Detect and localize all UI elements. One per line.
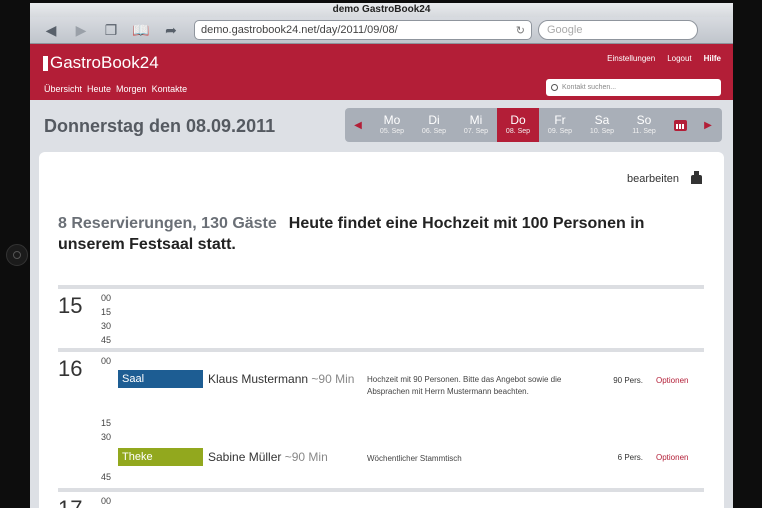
day-name: Sa — [594, 112, 610, 127]
main-nav: Übersicht Heute Morgen Kontakte — [44, 84, 187, 94]
settings-link[interactable]: Einstellungen — [607, 54, 655, 63]
minute-label: 00 — [101, 293, 112, 303]
logo[interactable]: GastroBook24 — [43, 53, 159, 73]
guest-name-text: Klaus Mustermann — [208, 372, 309, 386]
top-links: Einstellungen Logout Hilfe — [607, 54, 721, 63]
minute-label: 15 — [101, 307, 112, 317]
day-card: bearbeiten 8 Reservierungen, 130 Gäste He… — [39, 152, 724, 508]
url-text: demo.gastrobook24.net/day/2011/09/08/ — [201, 24, 398, 36]
day-name: So — [636, 112, 652, 127]
minute-label: 45 — [101, 472, 112, 482]
minute-label: 30 — [101, 321, 112, 331]
browser-search-placeholder: Google — [547, 24, 583, 36]
reservation-note: Wöchentlicher Stammtisch — [367, 454, 462, 463]
guest-name-text: Sabine Müller — [208, 450, 282, 464]
ipad-frame: demo GastroBook24 ◀ ▶ ❐ 📖 ➦ demo.gastrob… — [0, 0, 762, 508]
tabs-icon[interactable]: ❐ — [96, 19, 126, 41]
nav-contacts[interactable]: Kontakte — [152, 84, 188, 94]
day-name: Mo — [383, 112, 401, 127]
persons: 6 Pers. — [617, 453, 643, 462]
next-week-icon[interactable]: ▶ — [695, 108, 721, 142]
edit-link[interactable]: bearbeiten — [627, 173, 679, 185]
browser-search-input[interactable]: Google — [538, 20, 698, 40]
minute-label: 30 — [101, 432, 112, 442]
day-date: 06. Sep — [421, 127, 447, 135]
nav-tomorrow[interactable]: Morgen — [116, 84, 147, 94]
day-date: 09. Sep — [547, 127, 573, 135]
minute-label: 45 — [101, 335, 112, 345]
day-fr[interactable]: Fr 09. Sep — [539, 108, 581, 142]
day-date: 11. Sep — [632, 127, 656, 135]
guest-name: Klaus Mustermann ~90 Min — [208, 372, 354, 386]
card-actions: bearbeiten — [627, 170, 702, 185]
guest-name: Sabine Müller ~90 Min — [208, 450, 328, 464]
bookmarks-icon[interactable]: 📖 — [126, 19, 156, 41]
print-icon[interactable] — [691, 170, 702, 184]
reload-icon[interactable]: ↻ — [516, 24, 525, 37]
browser-toolbar: ◀ ▶ ❐ 📖 ➦ demo.gastrobook24.net/day/2011… — [30, 17, 733, 44]
forward-arrow-icon[interactable]: ▶ — [66, 19, 96, 41]
screen: demo GastroBook24 ◀ ▶ ❐ 📖 ➦ demo.gastrob… — [30, 3, 733, 508]
search-icon — [551, 84, 558, 91]
reservation-note: Hochzeit mit 90 Personen. Bitte das Ange… — [367, 375, 562, 396]
minute-label: 00 — [101, 496, 112, 506]
reservation-count: 8 Reservierungen, 130 Gäste — [58, 215, 277, 232]
day-so[interactable]: So 11. Sep — [623, 108, 665, 142]
hour-block: 15 00 15 30 45 — [58, 285, 704, 347]
address-bar[interactable]: demo.gastrobook24.net/day/2011/09/08/ ↻ — [194, 20, 532, 40]
site-header: GastroBook24 Einstellungen Logout Hilfe … — [30, 44, 733, 100]
page-title: Donnerstag den 08.09.2011 — [44, 116, 276, 136]
day-date: 10. Sep — [589, 127, 615, 135]
home-button[interactable] — [6, 244, 28, 266]
day-name: Di — [428, 112, 440, 127]
prev-week-icon[interactable]: ◀ — [345, 108, 371, 142]
hour-label: 16 — [58, 356, 83, 381]
minute-label: 00 — [101, 356, 112, 366]
day-date: 05. Sep — [379, 127, 405, 135]
calendar-icon[interactable] — [665, 108, 695, 142]
day-mo[interactable]: Mo 05. Sep — [371, 108, 413, 142]
week-selector: ◀ Mo 05. Sep Di 06. Sep Mi 07. Sep Do 08. Se… — [345, 108, 722, 142]
day-date: 08. Sep — [505, 127, 531, 135]
day-do[interactable]: Do 08. Sep — [497, 108, 539, 142]
minute-label: 15 — [101, 418, 112, 428]
day-summary: 8 Reservierungen, 130 Gäste Heute findet … — [58, 213, 698, 255]
contact-search-placeholder: Kontakt suchen... — [562, 84, 617, 91]
options-link[interactable]: Optionen — [656, 453, 688, 462]
options-link[interactable]: Optionen — [656, 376, 688, 385]
day-date: 07. Sep — [463, 127, 489, 135]
area-tag: Theke — [118, 448, 203, 466]
logo-text: GastroBook24 — [50, 53, 159, 72]
nav-today[interactable]: Heute — [87, 84, 111, 94]
day-name: Mi — [469, 112, 483, 127]
day-di[interactable]: Di 06. Sep — [413, 108, 455, 142]
day-name: Do — [510, 112, 526, 127]
share-icon[interactable]: ➦ — [156, 19, 186, 41]
back-arrow-icon[interactable]: ◀ — [36, 19, 66, 41]
day-mi[interactable]: Mi 07. Sep — [455, 108, 497, 142]
duration: ~90 Min — [284, 450, 328, 464]
nav-overview[interactable]: Übersicht — [44, 84, 82, 94]
contact-search-input[interactable]: Kontakt suchen... — [546, 79, 721, 96]
calendar-glyph — [673, 119, 687, 131]
hour-block: 17 00 — [58, 488, 704, 508]
duration: ~90 Min — [311, 372, 355, 386]
help-link[interactable]: Hilfe — [704, 54, 721, 63]
day-sa[interactable]: Sa 10. Sep — [581, 108, 623, 142]
hour-label: 15 — [58, 293, 83, 318]
persons: 90 Pers. — [613, 376, 643, 385]
date-row: Donnerstag den 08.09.2011 ◀ Mo 05. Sep Di… — [30, 100, 733, 154]
hour-label: 17 — [58, 496, 82, 508]
day-name: Fr — [554, 112, 566, 127]
area-tag: Saal — [118, 370, 203, 388]
window-title: demo GastroBook24 — [30, 3, 733, 17]
hour-block: 16 00 Saal Klaus Mustermann ~90 Min Hoch… — [58, 348, 704, 490]
home-button-icon — [13, 251, 21, 259]
logo-mark-icon — [43, 55, 48, 71]
logout-link[interactable]: Logout — [667, 54, 691, 63]
